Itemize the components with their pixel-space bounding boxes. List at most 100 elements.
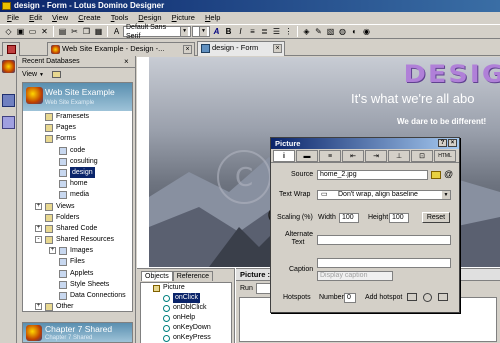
tab-reference[interactable]: Reference <box>172 271 214 281</box>
folder-open-icon[interactable] <box>52 71 61 78</box>
caption-field[interactable] <box>317 258 451 268</box>
close-icon[interactable]: × <box>124 58 132 66</box>
tree-item[interactable]: cosulting <box>23 156 132 167</box>
paste-icon[interactable]: ▦ <box>93 26 104 37</box>
expand-icon[interactable]: + <box>35 202 42 210</box>
close-icon[interactable]: × <box>448 139 457 147</box>
polygon-hotspot-icon[interactable] <box>438 293 448 301</box>
tab-info[interactable]: i <box>273 150 295 162</box>
close-icon[interactable]: × <box>273 44 282 53</box>
design-icon[interactable]: ◈ <box>301 26 312 37</box>
properties-icon[interactable]: ✎ <box>313 26 324 37</box>
expand-icon[interactable]: + <box>49 247 56 255</box>
object-item[interactable]: onHelp <box>141 313 231 323</box>
tree-item[interactable]: Files <box>23 256 132 267</box>
tree-item[interactable]: media <box>23 189 132 200</box>
tree-item[interactable]: Framesets <box>23 111 132 122</box>
tree-item[interactable]: Applets <box>23 268 132 279</box>
tree-item[interactable]: - Shared Resources <box>23 234 132 245</box>
text-color-icon[interactable]: A <box>211 26 222 37</box>
object-item[interactable]: onKeyDown <box>141 323 231 333</box>
tree-item[interactable]: design <box>23 166 132 178</box>
print-icon[interactable]: ▤ <box>57 26 68 37</box>
font-size-select[interactable]: ▼ <box>192 26 210 37</box>
tree-item[interactable]: Folders <box>23 212 132 223</box>
menu-help[interactable]: Help <box>200 12 225 24</box>
open-icon[interactable]: ◇ <box>3 26 14 37</box>
italic-icon[interactable]: I <box>235 26 246 37</box>
font-select[interactable]: Default Sans Serif ▼ <box>123 24 191 40</box>
web-icon[interactable]: ◉ <box>361 26 372 37</box>
tab-margins[interactable]: ⇤ <box>342 150 364 162</box>
reset-button[interactable]: Reset <box>422 212 450 223</box>
designer-bookmark-icon[interactable] <box>2 94 15 107</box>
source-field[interactable]: home_2.jpg <box>317 170 428 180</box>
cut-icon[interactable]: ✂ <box>69 26 80 37</box>
bullets-icon[interactable]: ☰ <box>271 26 282 37</box>
globe-icon[interactable]: ◍ <box>337 26 348 37</box>
formula-icon[interactable]: @ <box>444 169 453 179</box>
database-panel-2[interactable]: Chapter 7 Shared Chapter 7 Shared <box>22 322 133 343</box>
tree-item[interactable]: + Views <box>23 201 132 212</box>
tree-item[interactable]: Style Sheets <box>23 279 132 290</box>
browser-preview-icon[interactable]: ◐ <box>349 26 360 37</box>
alternate-text-field[interactable] <box>317 235 451 245</box>
tab-spacing[interactable]: ⇥ <box>365 150 387 162</box>
tab-tabs[interactable]: ⊥ <box>388 150 410 162</box>
object-item[interactable]: onClick <box>141 293 231 303</box>
menu-file[interactable]: File <box>2 12 24 24</box>
height-label: Height <box>368 214 389 221</box>
tab-hide-when[interactable]: ⊡ <box>411 150 433 162</box>
height-field[interactable]: 100 <box>389 213 409 223</box>
tab-border[interactable]: ▬ <box>296 150 318 162</box>
collapse-icon[interactable]: - <box>35 236 42 244</box>
tab-home[interactable] <box>2 42 20 56</box>
width-field[interactable]: 100 <box>339 213 359 223</box>
tree-item[interactable]: + Other <box>23 301 132 311</box>
tree-item[interactable]: Forms <box>23 133 132 144</box>
database-header[interactable]: Web Site Example Web Site Example <box>23 83 132 111</box>
nav-view-menu[interactable]: View ▼ <box>18 68 135 81</box>
tree-item[interactable]: home <box>23 178 132 189</box>
database-bookmark-icon[interactable] <box>2 60 15 73</box>
number-label: Number <box>319 294 344 301</box>
menu-view[interactable]: View <box>47 12 73 24</box>
image-icon[interactable]: ▧ <box>325 26 336 37</box>
align-left-icon[interactable]: ≡ <box>247 26 258 37</box>
help-icon[interactable]: ? <box>438 139 447 147</box>
close-icon[interactable]: × <box>183 45 192 54</box>
tab-html[interactable]: HTML <box>434 150 456 162</box>
tab-objects[interactable]: Objects <box>141 271 173 281</box>
rectangle-hotspot-icon[interactable] <box>407 293 417 301</box>
tree-item[interactable]: Pages <box>23 122 132 133</box>
tree-item[interactable]: code <box>23 145 132 156</box>
folder-icon[interactable]: ▭ <box>27 26 38 37</box>
close-doc-icon[interactable]: ✕ <box>39 26 50 37</box>
expand-icon[interactable]: + <box>35 224 42 232</box>
tree-item[interactable]: Data Connections <box>23 290 132 301</box>
tab-design-form[interactable]: design - Form × <box>197 41 285 56</box>
display-caption-select[interactable]: Display caption <box>317 271 393 281</box>
folder-icon[interactable] <box>431 171 441 179</box>
tab-paragraph[interactable]: ≡ <box>319 150 341 162</box>
tab-web-site-example[interactable]: Web Site Example - Design -... × <box>47 42 195 56</box>
text-wrap-select[interactable]: ▭ Don't wrap, align baseline ▼ <box>317 190 451 200</box>
item-icon <box>59 269 67 278</box>
menu-create[interactable]: Create <box>73 12 106 24</box>
object-item[interactable]: Picture <box>141 283 231 293</box>
object-item[interactable]: onKeyPress <box>141 333 231 343</box>
properties-titlebar[interactable]: Picture ? × <box>271 138 459 149</box>
circle-hotspot-icon[interactable] <box>423 293 432 302</box>
font-icon[interactable]: A <box>111 26 122 37</box>
tree-item[interactable]: + Images <box>23 245 132 256</box>
save-icon[interactable]: ▣ <box>15 26 26 37</box>
menu-edit[interactable]: Edit <box>24 12 47 24</box>
tree-item[interactable]: + Shared Code <box>23 223 132 234</box>
numbering-icon[interactable]: ⋮ <box>283 26 294 37</box>
align-center-icon[interactable]: ≣ <box>259 26 270 37</box>
object-item[interactable]: onDblClick <box>141 303 231 313</box>
bold-icon[interactable]: B <box>223 26 234 37</box>
expand-icon[interactable]: + <box>35 303 42 311</box>
copy-icon[interactable]: ❐ <box>81 26 92 37</box>
replication-icon[interactable] <box>2 116 15 129</box>
